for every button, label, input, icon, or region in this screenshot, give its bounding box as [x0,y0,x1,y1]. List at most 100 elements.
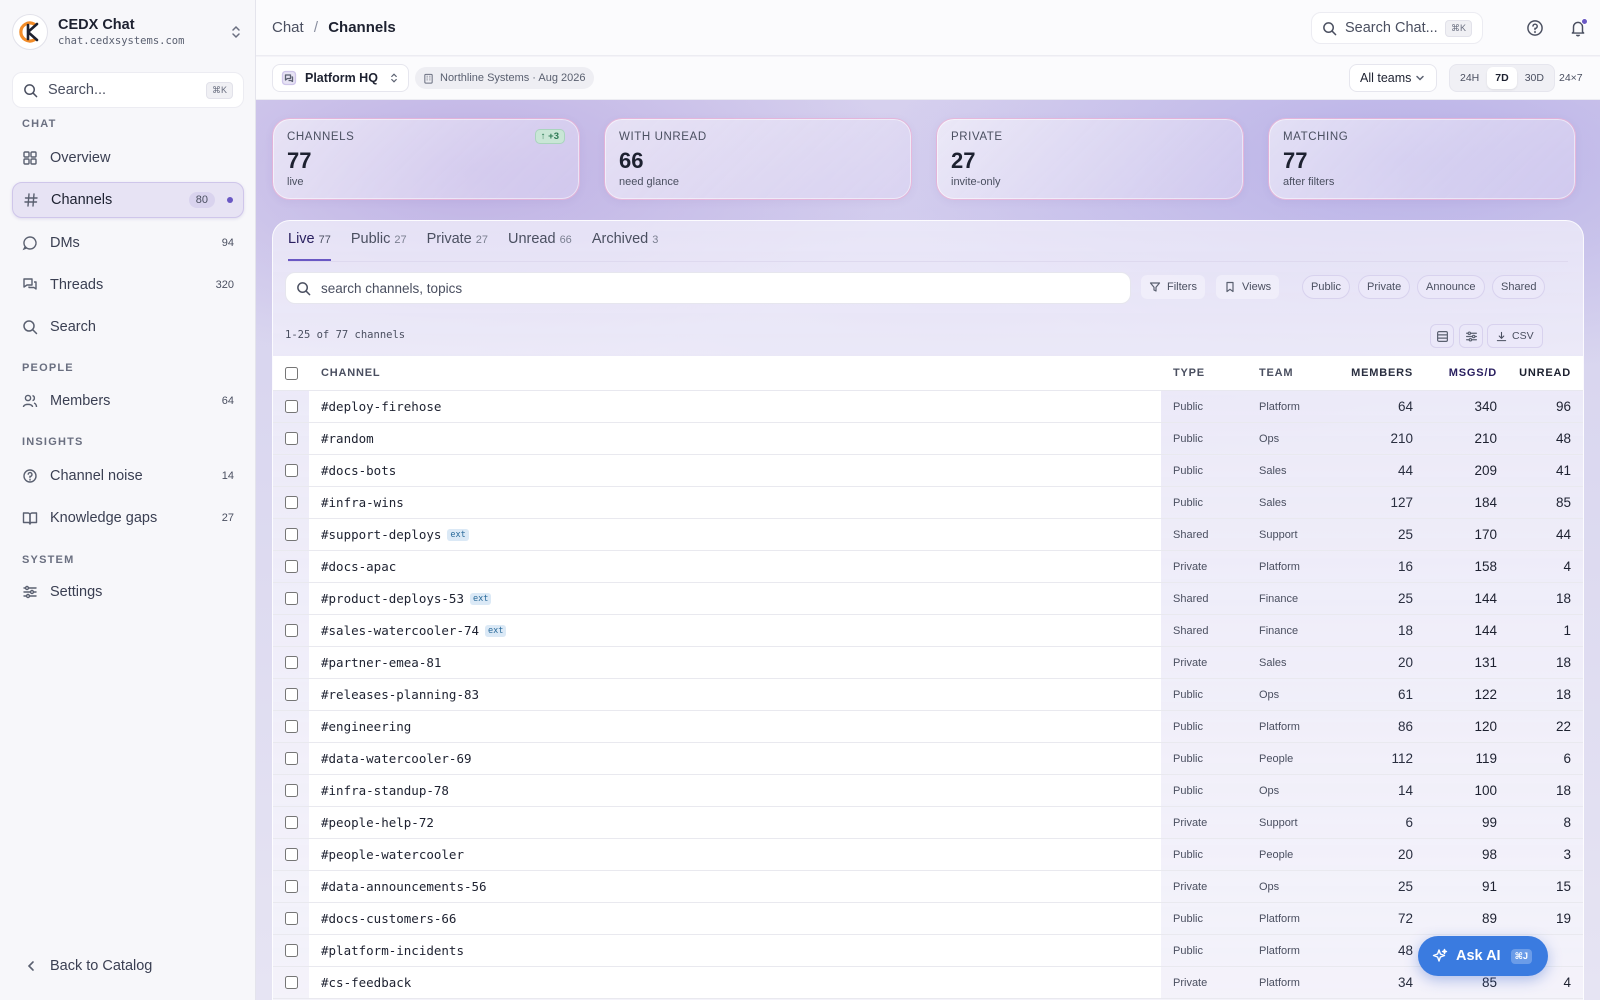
row-checkbox[interactable] [284,528,298,541]
filter-chip-private[interactable]: Private [1358,275,1411,299]
table-row[interactable]: #support-deploys ext Shared Support 25 170 44 [273,519,1583,551]
channel-cell[interactable]: #data-announcements-56 [309,871,1161,902]
tab-private[interactable]: Private 27 [427,231,488,261]
table-row[interactable]: #platform-incidents Public Platform 48 [273,935,1583,967]
channel-cell[interactable]: #data-watercooler-69 [309,743,1161,774]
channel-cell[interactable]: #infra-standup-78 [309,775,1161,806]
sidebar-item-members[interactable]: Members 64 [12,383,244,419]
table-row[interactable]: #product-deploys-53 ext Shared Finance 25 144… [273,583,1583,615]
row-checkbox[interactable] [284,464,298,477]
channel-cell[interactable]: #cs-feedback [309,967,1161,998]
row-checkbox[interactable] [284,560,298,573]
channel-cell[interactable]: #platform-incidents [309,935,1161,966]
export-csv-button[interactable]: CSV [1487,324,1543,348]
team-filter-select[interactable]: All teams [1349,64,1437,92]
row-checkbox[interactable] [284,848,298,861]
channel-cell[interactable]: #infra-wins [309,487,1161,518]
row-checkbox[interactable] [284,400,298,413]
row-checkbox[interactable] [284,880,298,893]
channel-cell[interactable]: #partner-emea-81 [309,647,1161,678]
table-row[interactable]: #engineering Public Platform 86 120 22 [273,711,1583,743]
table-row[interactable]: #people-watercooler Public People 20 98 3 [273,839,1583,871]
range-30d[interactable]: 30D [1517,67,1552,89]
column-header-unread[interactable]: UNREAD [1499,367,1573,379]
column-header-members[interactable]: MEMBERS [1333,367,1415,379]
row-checkbox[interactable] [284,752,298,765]
table-row[interactable]: #releases-planning-83 Public Ops 61 122 18 [273,679,1583,711]
help-button[interactable] [1524,17,1546,39]
column-header-team[interactable]: TEAM [1247,367,1333,379]
table-row[interactable]: #people-help-72 Private Support 6 99 8 [273,807,1583,839]
filter-chip-shared[interactable]: Shared [1492,275,1546,299]
tab-unread[interactable]: Unread 66 [508,231,572,261]
row-checkbox[interactable] [284,496,298,509]
table-row[interactable]: #cs-feedback Private Platform 34 85 4 [273,967,1583,999]
filter-chip-announce[interactable]: Announce [1417,275,1485,299]
select-all-checkbox[interactable] [284,366,298,380]
channel-cell[interactable]: #random [309,423,1161,454]
channel-cell[interactable]: #engineering [309,711,1161,742]
sidebar-item-channel-noise[interactable]: Channel noise 14 [12,458,244,494]
row-checkbox[interactable] [284,976,298,989]
sidebar-item-search[interactable]: Search [12,309,244,345]
tab-archived[interactable]: Archived 3 [592,231,659,261]
filters-button[interactable]: Filters [1141,275,1205,299]
views-button[interactable]: Views [1216,275,1280,299]
row-checkbox[interactable] [284,592,298,605]
range-7d[interactable]: 7D [1487,67,1517,89]
notifications-button[interactable] [1567,17,1589,39]
sidebar-item-threads[interactable]: Threads 320 [12,267,244,303]
row-checkbox[interactable] [284,816,298,829]
tab-public[interactable]: Public 27 [351,231,407,261]
workspace-select[interactable]: Platform HQ [272,64,409,92]
table-row[interactable]: #docs-bots Public Sales 44 209 41 [273,455,1583,487]
back-to-catalog-link[interactable]: Back to Catalog [24,958,152,974]
column-header-channel[interactable]: CHANNEL [309,356,1161,390]
row-checkbox[interactable] [284,688,298,701]
breadcrumb-root[interactable]: Chat [272,19,304,36]
table-row[interactable]: #partner-emea-81 Private Sales 20 131 18 [273,647,1583,679]
channel-cell[interactable]: #deploy-firehose [309,391,1161,422]
row-checkbox[interactable] [284,784,298,797]
channel-search-input[interactable]: search channels, topics [285,272,1131,304]
channel-cell[interactable]: #sales-watercooler-74 ext [309,615,1161,646]
channel-cell[interactable]: #docs-bots [309,455,1161,486]
column-header-type[interactable]: TYPE [1161,367,1247,379]
row-checkbox[interactable] [284,912,298,925]
workspace-switcher[interactable]: CEDX Chat chat.cedxsystems.com [12,12,244,52]
density-button[interactable] [1430,324,1454,348]
channel-cell[interactable]: #docs-apac [309,551,1161,582]
table-row[interactable]: #data-announcements-56 Private Ops 25 91 15 [273,871,1583,903]
table-row[interactable]: #sales-watercooler-74 ext Shared Finance 18 1… [273,615,1583,647]
row-checkbox[interactable] [284,656,298,669]
channel-cell[interactable]: #people-help-72 [309,807,1161,838]
table-row[interactable]: #deploy-firehose Public Platform 64 340 96 [273,391,1583,423]
column-header-msgs-per-day[interactable]: MSGS/D [1415,367,1499,379]
sidebar-item-overview[interactable]: Overview [12,140,244,176]
row-checkbox[interactable] [284,720,298,733]
channel-cell[interactable]: #people-watercooler [309,839,1161,870]
table-row[interactable]: #random Public Ops 210 210 48 [273,423,1583,455]
columns-button[interactable] [1459,324,1483,348]
ask-ai-button[interactable]: Ask AI ⌘J [1418,936,1548,976]
table-row[interactable]: #docs-customers-66 Public Platform 72 89 19 [273,903,1583,935]
range-24h[interactable]: 24H [1452,67,1487,89]
channel-cell[interactable]: #docs-customers-66 [309,903,1161,934]
table-row[interactable]: #infra-wins Public Sales 127 184 85 [273,487,1583,519]
sidebar-item-knowledge-gaps[interactable]: Knowledge gaps 27 [12,500,244,536]
table-row[interactable]: #docs-apac Private Platform 16 158 4 [273,551,1583,583]
sidebar-item-dms[interactable]: DMs 94 [12,225,244,261]
row-checkbox[interactable] [284,944,298,957]
row-checkbox[interactable] [284,624,298,637]
table-row[interactable]: #data-watercooler-69 Public People 112 119 6 [273,743,1583,775]
channel-cell[interactable]: #releases-planning-83 [309,679,1161,710]
row-checkbox[interactable] [284,432,298,445]
channel-cell[interactable]: #support-deploys ext [309,519,1161,550]
sidebar-item-channels[interactable]: Channels 80 [12,182,244,218]
table-row[interactable]: #infra-standup-78 Public Ops 14 100 18 [273,775,1583,807]
channel-cell[interactable]: #product-deploys-53 ext [309,583,1161,614]
filter-chip-public[interactable]: Public [1302,275,1350,299]
sidebar-item-settings[interactable]: Settings [12,574,244,610]
range-24x7[interactable]: 24×7 [1559,72,1583,84]
global-search-input[interactable]: Search Chat... ⌘K [1311,12,1483,44]
